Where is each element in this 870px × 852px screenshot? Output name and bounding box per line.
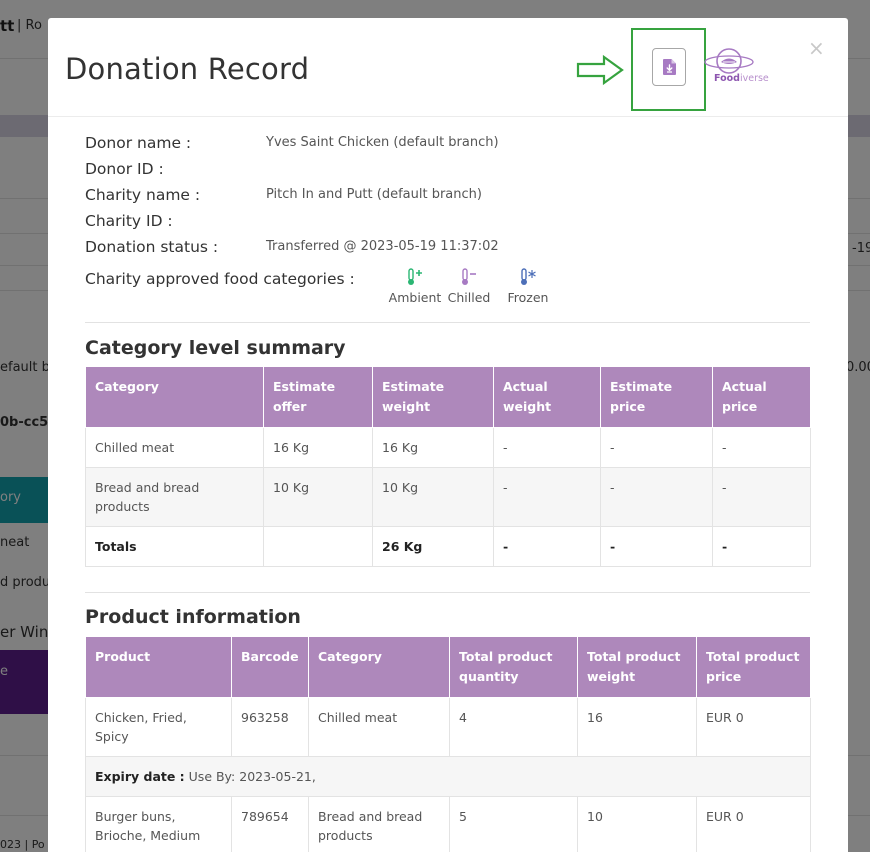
donation-status-value: Transferred @ 2023-05-19 11:37:02 <box>266 239 499 254</box>
table-cell: 16 Kg <box>372 427 494 468</box>
thermometer-snowflake-icon <box>521 268 536 285</box>
table-cell: Bread and bread products <box>308 796 450 852</box>
column-header: Total product quantity <box>449 636 578 698</box>
table-cell: Burger buns, Brioche, Medium <box>85 796 232 852</box>
column-header: Category <box>308 636 450 698</box>
thermometer-minus-icon <box>462 268 476 285</box>
table-row: Bread and bread products 10 Kg 10 Kg - -… <box>85 467 811 527</box>
export-pdf-button[interactable] <box>652 48 686 86</box>
category-chilled-label: Chilled <box>447 290 491 305</box>
table-cell: 10 Kg <box>372 467 494 527</box>
file-download-icon <box>662 59 676 75</box>
category-chilled: Chilled <box>439 268 499 305</box>
table-cell: Chilled meat <box>85 427 264 468</box>
table-cell: - <box>493 467 601 527</box>
table-row: Chicken, Fried, Spicy 963258 Chilled mea… <box>85 697 811 757</box>
donor-name-label: Donor name : <box>85 134 192 152</box>
category-frozen-label: Frozen <box>507 290 549 305</box>
planet-logo-icon <box>704 48 754 74</box>
table-cell: Chilled meat <box>308 697 450 757</box>
charity-name-label: Charity name : <box>85 186 201 204</box>
table-cell: - <box>600 427 713 468</box>
column-header: Total product price <box>696 636 811 698</box>
annotation-arrow-icon <box>576 54 624 86</box>
column-header: Actual weight <box>493 366 601 428</box>
charity-name-row: Charity name : Pitch In and Putt (defaul… <box>85 186 482 204</box>
category-summary-table: Category Estimate offer Estimate weight … <box>85 366 811 567</box>
table-cell: Bread and bread products <box>85 467 264 527</box>
section-divider <box>85 322 810 323</box>
table-cell: EUR 0 <box>696 697 811 757</box>
table-cell: 10 Kg <box>263 467 373 527</box>
column-header: Estimate weight <box>372 366 494 428</box>
donor-id-row: Donor ID : <box>85 160 164 178</box>
totals-cell: - <box>600 526 713 567</box>
totals-cell: - <box>493 526 601 567</box>
category-ambient: Ambient <box>385 268 445 305</box>
expiry-label: Expiry date : <box>95 769 185 784</box>
column-header: Total product weight <box>577 636 697 698</box>
totals-row: Totals 26 Kg - - - <box>85 526 811 567</box>
totals-cell: 26 Kg <box>372 526 494 567</box>
category-ambient-label: Ambient <box>388 290 442 305</box>
table-cell: - <box>712 427 811 468</box>
column-header: Category <box>85 366 264 428</box>
table-header-row: Category Estimate offer Estimate weight … <box>85 366 811 428</box>
table-cell: 4 <box>449 697 578 757</box>
logo-wordmark: Foodiverse <box>714 73 769 84</box>
expiry-value: Use By: 2023-05-21, <box>184 769 316 784</box>
totals-cell: - <box>712 526 811 567</box>
expiry-row: Expiry date : Use By: 2023-05-21, <box>85 756 811 797</box>
column-header: Product <box>85 636 232 698</box>
table-header-row: Product Barcode Category Total product q… <box>85 636 811 698</box>
table-cell: - <box>600 467 713 527</box>
charity-id-label: Charity ID : <box>85 212 173 230</box>
table-cell: 5 <box>449 796 578 852</box>
table-cell: 963258 <box>231 697 309 757</box>
column-header: Actual price <box>712 366 811 428</box>
donation-record-modal: Donation Record Foodiverse × Donor name … <box>48 18 848 852</box>
product-info-table: Product Barcode Category Total product q… <box>85 636 811 852</box>
table-cell: - <box>493 427 601 468</box>
donor-id-label: Donor ID : <box>85 160 164 178</box>
approved-categories-list: Ambient Chilled Frozen <box>385 268 555 308</box>
table-cell: 16 <box>577 697 697 757</box>
column-header: Barcode <box>231 636 309 698</box>
modal-header: Donation Record Foodiverse × <box>48 18 848 117</box>
table-cell: 789654 <box>231 796 309 852</box>
column-header: Estimate offer <box>263 366 373 428</box>
totals-cell: Totals <box>85 526 264 567</box>
expiry-cell: Expiry date : Use By: 2023-05-21, <box>85 756 811 797</box>
table-cell: 16 Kg <box>263 427 373 468</box>
category-summary-title: Category level summary <box>85 337 346 359</box>
totals-cell <box>263 526 373 567</box>
column-header: Estimate price <box>600 366 713 428</box>
category-frozen: Frozen <box>498 268 558 305</box>
table-cell: EUR 0 <box>696 796 811 852</box>
donor-name-row: Donor name : Yves Saint Chicken (default… <box>85 134 499 152</box>
charity-name-value: Pitch In and Putt (default branch) <box>266 187 482 202</box>
close-icon[interactable]: × <box>808 36 825 60</box>
approved-categories-label: Charity approved food categories : <box>85 270 355 288</box>
foodiverse-logo: Foodiverse <box>704 46 769 90</box>
product-info-title: Product information <box>85 606 301 628</box>
modal-title: Donation Record <box>65 52 310 86</box>
table-cell: Chicken, Fried, Spicy <box>85 697 232 757</box>
donation-status-row: Donation status : Transferred @ 2023-05-… <box>85 238 499 256</box>
table-row: Burger buns, Brioche, Medium 789654 Brea… <box>85 796 811 852</box>
approved-categories-row: Charity approved food categories : <box>85 270 355 288</box>
table-cell: - <box>712 467 811 527</box>
section-divider <box>85 592 810 593</box>
thermometer-plus-icon <box>408 268 422 285</box>
table-row: Chilled meat 16 Kg 16 Kg - - - <box>85 427 811 468</box>
table-cell: 10 <box>577 796 697 852</box>
donation-status-label: Donation status : <box>85 238 219 256</box>
charity-id-row: Charity ID : <box>85 212 173 230</box>
donor-name-value: Yves Saint Chicken (default branch) <box>266 135 499 150</box>
